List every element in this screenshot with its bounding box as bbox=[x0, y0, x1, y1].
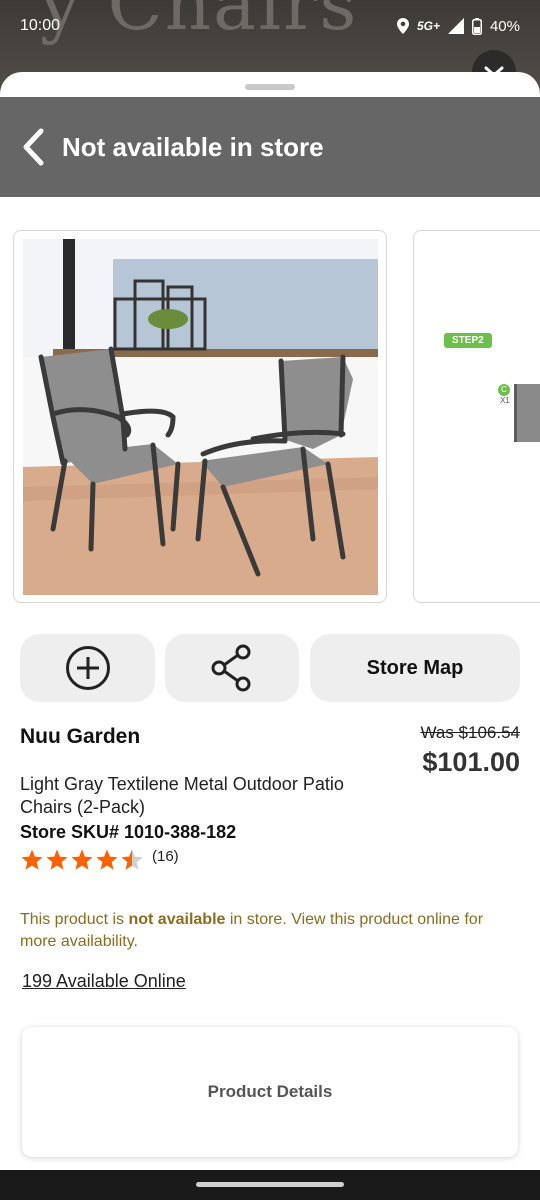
add-to-list-button[interactable] bbox=[20, 634, 155, 702]
star-icon bbox=[71, 849, 93, 870]
review-count: (16) bbox=[152, 847, 179, 865]
available-online-link[interactable]: 199 Available Online bbox=[22, 971, 186, 992]
product-brand: Nuu Garden bbox=[20, 725, 141, 748]
home-gesture-handle[interactable] bbox=[196, 1182, 344, 1187]
availability-notice: This product is not available in store. … bbox=[20, 909, 520, 953]
product-details-card[interactable]: Product Details bbox=[22, 1027, 518, 1157]
status-time: 10:00 bbox=[20, 17, 61, 34]
part-illustration bbox=[514, 384, 540, 442]
notice-prefix: This product is bbox=[20, 911, 129, 928]
store-map-button[interactable]: Store Map bbox=[310, 634, 520, 702]
star-icon bbox=[96, 849, 118, 870]
back-button[interactable] bbox=[18, 127, 48, 167]
network-label: 5G+ bbox=[416, 19, 440, 33]
part-quantity: X1 bbox=[500, 396, 510, 405]
product-details-label: Product Details bbox=[207, 1082, 333, 1101]
signal-icon bbox=[447, 18, 464, 34]
location-icon bbox=[396, 18, 409, 34]
star-icon bbox=[121, 849, 143, 870]
store-sku: Store SKU# 1010-388-182 bbox=[20, 822, 237, 842]
product-image bbox=[23, 239, 378, 595]
star-icon bbox=[21, 849, 43, 870]
star-icon bbox=[46, 849, 68, 870]
bottom-sheet: Not available in store STEP2 C X1 Store … bbox=[0, 72, 540, 1170]
status-icons: 5G+ 40% bbox=[396, 17, 520, 35]
battery-icon bbox=[471, 17, 482, 35]
share-icon bbox=[211, 644, 251, 692]
rating-row[interactable]: (16) bbox=[20, 848, 179, 872]
header-bar: Not available in store bbox=[0, 97, 540, 197]
add-circle-icon bbox=[65, 646, 110, 690]
product-image-card-next[interactable]: STEP2 C X1 bbox=[413, 230, 540, 603]
product-image-card[interactable] bbox=[13, 230, 387, 603]
current-price: $101.00 bbox=[422, 747, 520, 777]
status-bar: 10:00 5G+ 40% bbox=[0, 0, 540, 52]
battery-label: 40% bbox=[489, 17, 520, 35]
notice-bold: not available bbox=[128, 911, 226, 928]
share-button[interactable] bbox=[165, 634, 299, 702]
part-label: C bbox=[498, 384, 510, 396]
page-title: Not available in store bbox=[62, 131, 324, 162]
system-nav-bar bbox=[0, 1170, 540, 1200]
star-rating bbox=[20, 848, 144, 872]
sheet-drag-handle[interactable] bbox=[245, 84, 295, 90]
action-row: Store Map bbox=[20, 634, 520, 702]
chevron-left-icon bbox=[23, 128, 44, 166]
step-badge: STEP2 bbox=[444, 333, 492, 348]
product-name: Light Gray Textilene Metal Outdoor Patio… bbox=[20, 774, 344, 817]
was-price: Was $106.54 bbox=[420, 723, 520, 742]
